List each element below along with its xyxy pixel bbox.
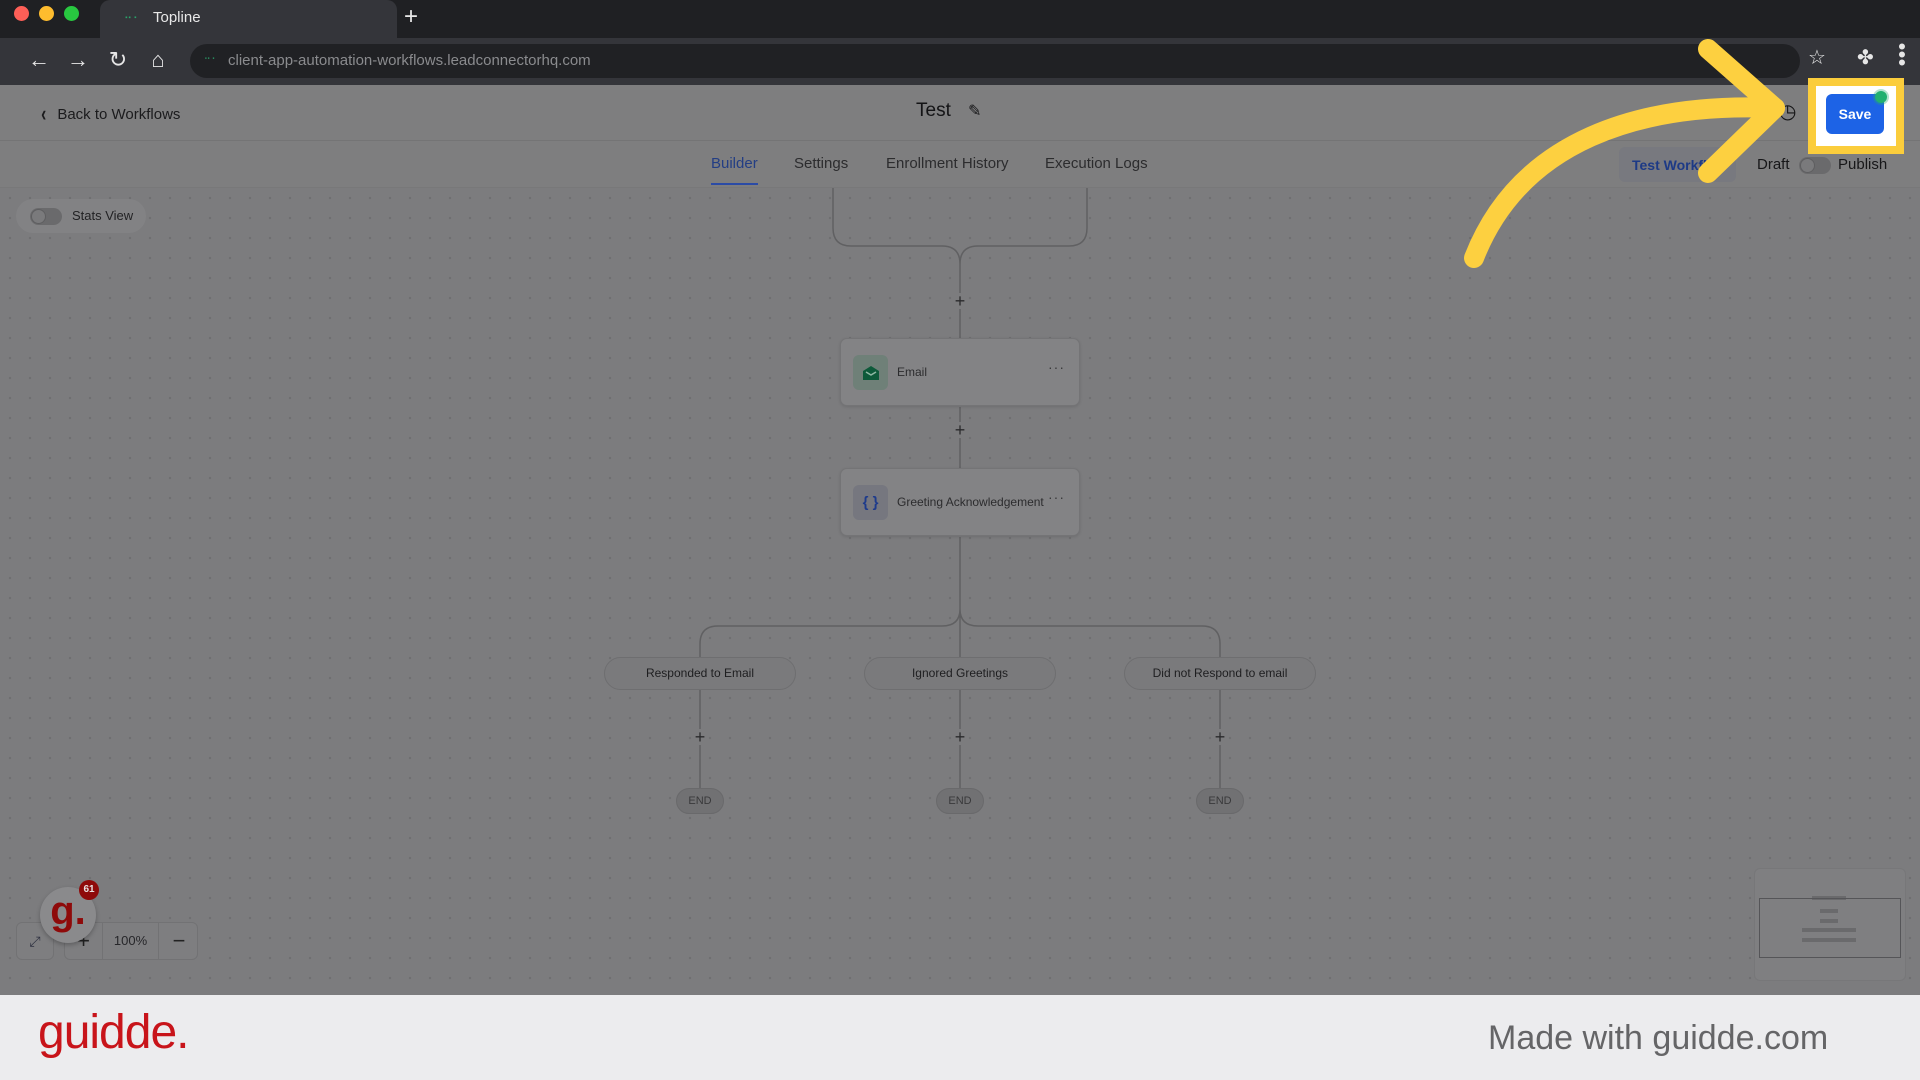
- puzzle-icon[interactable]: ✤: [1857, 45, 1874, 70]
- top-bracket-connector: [832, 188, 1088, 265]
- close-window-button[interactable]: [14, 6, 29, 21]
- test-workflow-button[interactable]: Test Workflow: [1619, 147, 1736, 182]
- address-bar-row: ← → ↻ ⌂ ⠒⠂ client-app-automation-workflo…: [0, 36, 1920, 85]
- add-step-button[interactable]: +: [1210, 728, 1230, 746]
- more-options-icon[interactable]: ···: [1048, 489, 1065, 505]
- favicon-icon: ⠒⠂: [124, 13, 143, 25]
- guidde-logo: guidde.: [38, 1006, 189, 1059]
- code-braces-icon: { }: [853, 485, 888, 520]
- branch-pill[interactable]: Ignored Greetings: [864, 657, 1056, 690]
- home-icon[interactable]: ⌂: [143, 47, 173, 73]
- star-icon[interactable]: ☆: [1808, 45, 1826, 70]
- email-action-node[interactable]: Email ···: [840, 338, 1080, 406]
- arrow-left-icon[interactable]: ←: [24, 47, 54, 73]
- add-step-button[interactable]: +: [950, 421, 970, 439]
- url-bar[interactable]: ⠒⠂ client-app-automation-workflows.leadc…: [190, 44, 1800, 78]
- tab-execution-logs[interactable]: Execution Logs: [1045, 155, 1148, 172]
- site-icon: ⠒⠂: [204, 54, 220, 64]
- arrow-right-icon[interactable]: →: [63, 47, 93, 73]
- zoom-out-button[interactable]: −: [159, 923, 199, 959]
- url-text[interactable]: client-app-automation-workflows.leadconn…: [228, 52, 591, 69]
- workflow-canvas[interactable]: Stats View + Email ··· + { } Greeting Ac…: [0, 188, 1920, 995]
- publish-label: Publish: [1838, 156, 1888, 173]
- more-options-icon[interactable]: ···: [1048, 359, 1065, 375]
- notification-count-badge: 61: [79, 880, 99, 900]
- workflow-title: Test: [916, 100, 951, 121]
- tab-builder[interactable]: Builder: [711, 155, 758, 185]
- tab-enrollment-history[interactable]: Enrollment History: [886, 155, 1009, 172]
- made-with-guidde-text: Made with guidde.com: [1488, 1019, 1829, 1057]
- new-tab-button[interactable]: +: [404, 3, 418, 31]
- draft-label: Draft: [1757, 156, 1790, 173]
- back-to-workflows-link[interactable]: ‹ Back to Workflows: [40, 101, 180, 127]
- publish-toggle[interactable]: [1799, 157, 1831, 174]
- toggle-knob: [1800, 158, 1815, 173]
- add-step-button[interactable]: +: [950, 292, 970, 310]
- back-label: Back to Workflows: [57, 105, 181, 123]
- guidde-footer: guidde. Made with guidde.com: [0, 995, 1920, 1080]
- tab-settings[interactable]: Settings: [794, 155, 848, 172]
- pencil-icon[interactable]: ✎: [968, 101, 981, 121]
- add-step-button[interactable]: +: [950, 728, 970, 746]
- branch-connector: [699, 537, 1221, 657]
- end-node: END: [676, 788, 724, 814]
- end-node: END: [936, 788, 984, 814]
- unsaved-indicator-dot: [1875, 91, 1887, 103]
- chevron-left-icon: ‹: [41, 101, 47, 126]
- branch-pill[interactable]: Did not Respond to email: [1124, 657, 1316, 690]
- add-step-button[interactable]: +: [690, 728, 710, 746]
- envelope-open-icon: [853, 355, 888, 390]
- reload-icon[interactable]: ↻: [103, 47, 133, 73]
- workflow-app: ‹ Back to Workflows Test ✎ ◷ Builder Set…: [0, 85, 1920, 995]
- end-node: END: [1196, 788, 1244, 814]
- kebab-menu-icon[interactable]: • • •: [1896, 36, 1908, 74]
- browser-tab[interactable]: ⠒⠂ Topline: [100, 0, 397, 38]
- node-label: Greeting Acknowledgement: [897, 495, 1044, 509]
- browser-tab-bar: ⠒⠂ Topline +: [0, 0, 1920, 38]
- minimap[interactable]: [1754, 868, 1906, 981]
- minimize-window-button[interactable]: [39, 6, 54, 21]
- greeting-acknowledgement-node[interactable]: { } Greeting Acknowledgement ···: [840, 468, 1080, 536]
- zoom-level: 100%: [103, 923, 159, 959]
- tab-title: Topline: [153, 9, 201, 26]
- workflow-tabs: Builder Settings Enrollment History Exec…: [0, 141, 1920, 188]
- node-label: Email: [897, 365, 928, 379]
- history-icon[interactable]: ◷: [1779, 99, 1796, 124]
- branch-pill[interactable]: Responded to Email: [604, 657, 796, 690]
- maximize-window-button[interactable]: [64, 6, 79, 21]
- workflow-header: ‹ Back to Workflows Test ✎ ◷: [0, 85, 1920, 141]
